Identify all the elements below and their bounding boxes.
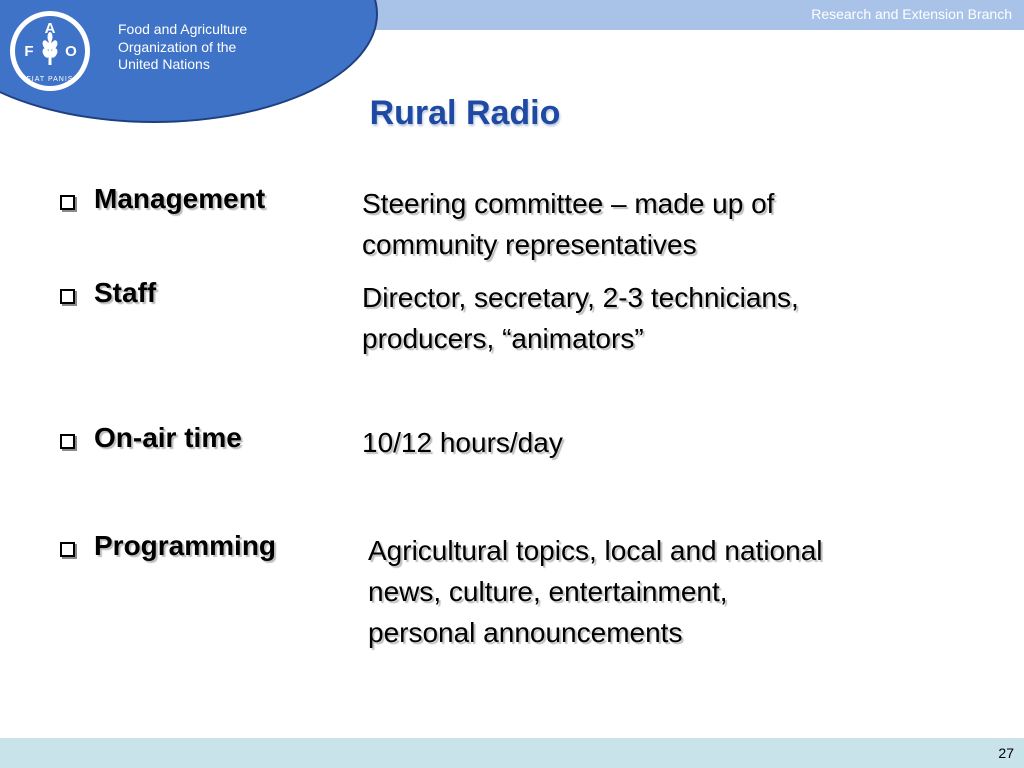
description-line: producers, “animators” — [362, 323, 644, 354]
org-name-line-2: Organization of the — [118, 38, 237, 55]
checkbox-bullet-icon — [60, 289, 75, 304]
emblem-letter-a: A — [45, 20, 56, 37]
description-line: 10/12 hours/day — [362, 427, 563, 458]
footer-bar: 27 — [0, 738, 1024, 768]
description-line: Steering committee – made up of — [362, 188, 775, 219]
fao-emblem-icon: F A O FIAT PANIS — [10, 11, 90, 91]
organization-name: Food and Agriculture Organization of the… — [118, 21, 318, 74]
description-line: community representatives — [362, 229, 697, 260]
description-line: Agricultural topics, local and national — [368, 535, 823, 566]
emblem-letter-o: O — [65, 43, 77, 60]
checkbox-bullet-icon — [60, 542, 75, 557]
slide-title: Rural Radio — [369, 94, 561, 132]
description-line: news, culture, entertainment, — [368, 576, 728, 607]
item-term: Programming — [94, 530, 277, 561]
branch-label: Research and Extension Branch — [811, 6, 1012, 22]
page-number: 27 — [998, 745, 1014, 761]
item-description: Steering committee – made up of communit… — [362, 183, 942, 265]
emblem-letter-f: F — [24, 43, 33, 60]
item-description: Director, secretary, 2-3 technicians, pr… — [362, 277, 942, 359]
org-name-line-1: Food and Agriculture — [118, 21, 248, 37]
emblem-motto: FIAT PANIS — [27, 76, 74, 83]
slide: Research and Extension Branch F A O FIAT… — [0, 0, 1024, 768]
item-description: Agricultural topics, local and national … — [368, 530, 948, 653]
description-line: Director, secretary, 2-3 technicians, — [362, 282, 799, 313]
item-term: On-air time — [94, 422, 242, 453]
description-line: personal announcements — [368, 617, 683, 648]
item-term: Management — [94, 183, 266, 214]
item-term: Staff — [94, 277, 157, 308]
org-name-line-3: United Nations — [118, 56, 210, 72]
checkbox-bullet-icon — [60, 434, 75, 449]
checkbox-bullet-icon — [60, 195, 75, 210]
item-description: 10/12 hours/day — [362, 422, 942, 463]
